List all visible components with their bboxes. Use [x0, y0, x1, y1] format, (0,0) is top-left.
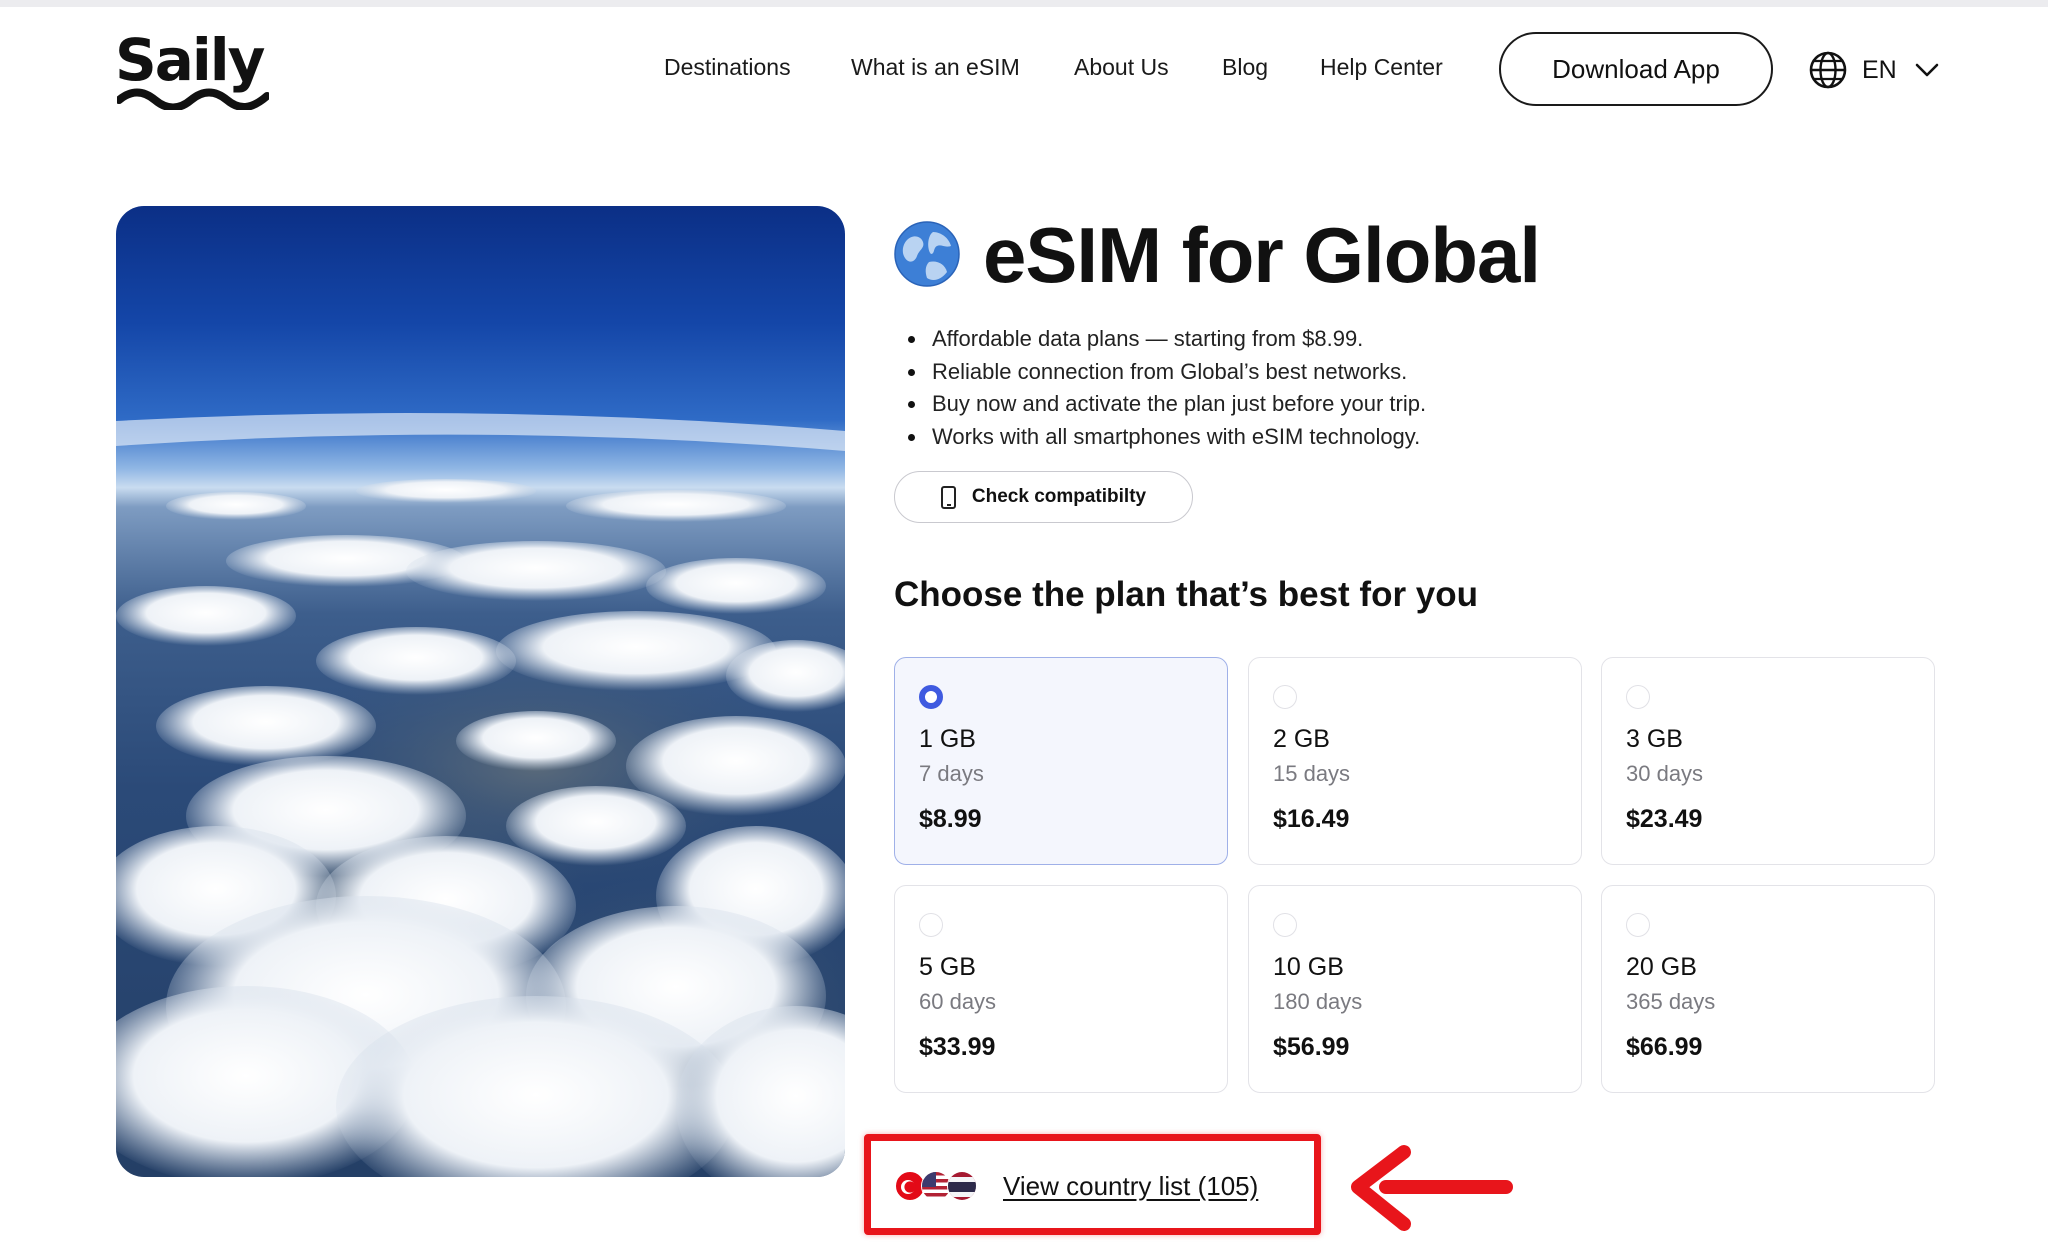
check-compatibility-button[interactable]: Check compatibilty — [894, 471, 1193, 523]
plan-days: 15 days — [1273, 761, 1351, 786]
logo-text: Saily — [115, 26, 265, 94]
plan-days: 365 days — [1626, 989, 1716, 1014]
globe-icon — [1809, 51, 1847, 89]
phone-icon — [940, 485, 956, 509]
top-border — [0, 0, 2048, 7]
chevron-down-icon — [1915, 63, 1939, 77]
feature-item: Reliable connection from Global’s best n… — [907, 356, 1426, 389]
plan-size: 1 GB — [919, 725, 976, 753]
plan-price: $33.99 — [919, 1033, 996, 1061]
plan-size: 3 GB — [1626, 725, 1683, 753]
view-country-list-link[interactable]: View country list (105) — [893, 1162, 1258, 1210]
feature-item: Affordable data plans — starting from $8… — [907, 323, 1426, 356]
view-country-list-label: View country list (105) — [1003, 1170, 1259, 1201]
nav-blog[interactable]: Blog — [1222, 54, 1268, 81]
plan-radio[interactable] — [1273, 913, 1297, 937]
plan-card-20gb[interactable]: 20 GB 365 days $66.99 — [1601, 885, 1935, 1093]
plan-radio[interactable] — [1273, 685, 1297, 709]
plan-card-5gb[interactable]: 5 GB 60 days $33.99 — [894, 885, 1228, 1093]
plan-price: $23.49 — [1626, 805, 1703, 833]
plan-price: $66.99 — [1626, 1033, 1703, 1061]
logo-wave-icon — [117, 88, 269, 110]
plan-radio[interactable] — [1626, 913, 1650, 937]
plan-days: 30 days — [1626, 761, 1704, 786]
plan-card-2gb[interactable]: 2 GB 15 days $16.49 — [1248, 657, 1582, 865]
plan-days: 7 days — [919, 761, 984, 786]
plan-price: $16.49 — [1273, 805, 1350, 833]
plan-size: 5 GB — [919, 953, 976, 981]
plan-size: 2 GB — [1273, 725, 1330, 753]
page-title: eSIM for Global — [983, 211, 1541, 299]
plan-days: 180 days — [1273, 989, 1363, 1014]
plan-days: 60 days — [919, 989, 997, 1014]
check-compatibility-label: Check compatibilty — [971, 486, 1147, 507]
thailand-flag-icon — [947, 1171, 977, 1201]
language-selector[interactable]: EN — [1808, 48, 1939, 92]
plan-size: 20 GB — [1626, 953, 1697, 981]
feature-item: Buy now and activate the plan just befor… — [907, 388, 1426, 421]
nav-about-us[interactable]: About Us — [1074, 54, 1169, 81]
feature-list: Affordable data plans — starting from $8… — [907, 323, 1426, 454]
nav-destinations[interactable]: Destinations — [664, 54, 791, 81]
feature-item: Works with all smartphones with eSIM tec… — [907, 421, 1426, 454]
plan-radio[interactable] — [1626, 685, 1650, 709]
plan-size: 10 GB — [1273, 953, 1344, 981]
language-label: EN — [1862, 55, 1897, 84]
nav-what-is-esim[interactable]: What is an eSIM — [851, 54, 1020, 81]
plan-price: $8.99 — [919, 805, 982, 833]
plan-radio[interactable] — [919, 913, 943, 937]
plans-heading: Choose the plan that’s best for you — [894, 575, 1479, 614]
plan-card-1gb[interactable]: 1 GB 7 days $8.99 — [894, 657, 1228, 865]
nav-help-center[interactable]: Help Center — [1320, 54, 1443, 81]
plan-price: $56.99 — [1273, 1033, 1350, 1061]
plan-radio[interactable] — [919, 685, 943, 709]
download-app-button[interactable]: Download App — [1499, 32, 1773, 106]
plan-card-3gb[interactable]: 3 GB 30 days $23.49 — [1601, 657, 1935, 865]
hero-earth-image — [116, 206, 845, 1177]
earth-globe-icon — [894, 221, 960, 287]
country-flags — [893, 1169, 983, 1203]
saily-logo[interactable]: Saily — [115, 26, 275, 110]
plan-card-10gb[interactable]: 10 GB 180 days $56.99 — [1248, 885, 1582, 1093]
annotation-arrow-icon — [1351, 1145, 1513, 1231]
